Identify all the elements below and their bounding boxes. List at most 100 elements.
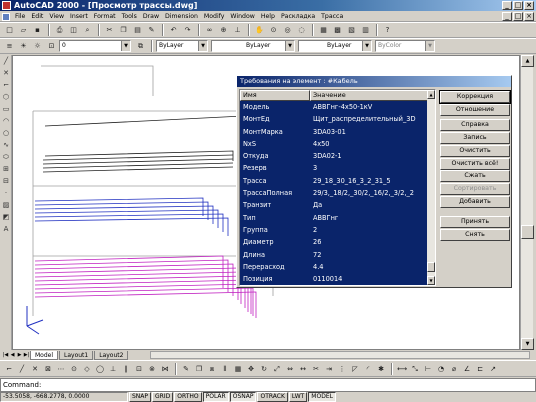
layers-icon[interactable]: ≡ (3, 40, 16, 52)
cut-icon[interactable]: ✂ (103, 24, 116, 36)
dim-diameter-icon[interactable]: ⌀ (448, 363, 460, 375)
sun-icon[interactable]: ☼ (31, 40, 44, 52)
break-icon[interactable]: ⋮ (336, 363, 348, 375)
app-icon[interactable] (2, 1, 11, 10)
rotate-icon[interactable]: ↻ (258, 363, 270, 375)
match-icon[interactable]: ✎ (145, 24, 158, 36)
snap-icon[interactable]: ⊕ (217, 24, 230, 36)
grid-toggle[interactable]: GRID (152, 392, 174, 402)
osnap-toggle[interactable]: OSNAP (229, 392, 257, 402)
save-icon[interactable]: ▪ (31, 24, 44, 36)
make-block-icon[interactable]: ⊟ (1, 176, 11, 187)
relation-button[interactable]: Отношение (440, 103, 510, 116)
table-row[interactable]: Трасса 29_18_30_16_3_2_31_5 (240, 175, 435, 187)
stretch-icon[interactable]: ⇔ (284, 363, 296, 375)
dbconnect-icon[interactable]: ▧ (345, 24, 358, 36)
fillet-icon[interactable]: ◜ (362, 363, 374, 375)
add-button[interactable]: Добавить (440, 196, 510, 209)
undo-icon[interactable]: ↶ (167, 24, 180, 36)
horizontal-scrollbar[interactable] (150, 351, 530, 359)
clear-button[interactable]: Очистить (440, 144, 510, 157)
open-icon[interactable]: ▱ (17, 24, 30, 36)
scroll-up-icon[interactable]: ▲ (521, 55, 534, 67)
table-row[interactable]: ПризВзРезA03 (240, 285, 435, 286)
menu-file[interactable]: File (12, 11, 28, 22)
array-icon[interactable]: ▦ (232, 363, 244, 375)
trim-icon[interactable]: ✂ (310, 363, 322, 375)
tab-last-icon[interactable]: ▶| (23, 351, 30, 359)
ucs-icon[interactable]: ⊥ (231, 24, 244, 36)
pan-icon[interactable]: ✋ (253, 24, 266, 36)
snap-parallel-icon[interactable]: ∥ (120, 363, 132, 375)
zoom-icon[interactable]: ⊙ (267, 24, 280, 36)
color-select[interactable]: ByLayer ▼ (156, 40, 208, 52)
vertical-scrollbar[interactable]: ▲ ▼ (520, 55, 534, 350)
hatch-icon[interactable]: ▨ (1, 200, 11, 211)
insert-block-icon[interactable]: ⊞ (1, 164, 11, 175)
dim-linear-icon[interactable]: ⟷ (396, 363, 408, 375)
design-center-icon[interactable]: ▩ (331, 24, 344, 36)
tab-first-icon[interactable]: |◀ (2, 351, 9, 359)
table-row[interactable]: Позиция 0110014 (240, 273, 435, 285)
dim-ordinate-icon[interactable]: ⊢ (422, 363, 434, 375)
menu-layout[interactable]: Раскладка (278, 11, 318, 22)
ortho-toggle[interactable]: ORTHO (174, 392, 202, 402)
table-row[interactable]: Группа 2 (240, 224, 435, 236)
lwt-toggle[interactable]: LWT (288, 392, 308, 402)
tab-model[interactable]: Model (30, 350, 59, 360)
table-row[interactable]: Длина 72 (240, 249, 435, 261)
lock-icon[interactable]: ⊡ (45, 40, 58, 52)
snap-apparent-icon[interactable]: ⊠ (42, 363, 54, 375)
snap-perpendicular-icon[interactable]: ⊥ (107, 363, 119, 375)
tab-layout2[interactable]: Layout2 (94, 350, 129, 360)
snap-intersection-icon[interactable]: ✕ (29, 363, 41, 375)
make-current-icon[interactable]: ⧉ (134, 40, 147, 52)
tab-prev-icon[interactable]: ◀ (9, 351, 16, 359)
maximize-button[interactable]: □ (513, 1, 523, 10)
plotstyle-select[interactable]: ByColor ▼ (375, 40, 435, 52)
polygon-icon[interactable]: ⬡ (1, 92, 11, 103)
scroll-thumb[interactable] (521, 225, 534, 239)
table-row[interactable]: Откуда 3DA02-1 (240, 150, 435, 162)
table-row[interactable]: NxS 4x50 (240, 138, 435, 150)
arc-icon[interactable]: ◠ (1, 116, 11, 127)
table-row[interactable]: Тип АВВГнг (240, 212, 435, 224)
document-icon[interactable] (2, 13, 10, 21)
clear-all-button[interactable]: Очистить всё! (440, 157, 510, 170)
zoom-prev-icon[interactable]: ◌ (295, 24, 308, 36)
menu-modify[interactable]: Modify (201, 11, 228, 22)
erase-icon[interactable]: ✎ (180, 363, 192, 375)
menu-insert[interactable]: Insert (67, 11, 91, 22)
grid-icon[interactable]: ▥ (359, 24, 372, 36)
find-icon[interactable]: ⌕ (81, 24, 94, 36)
quick-dim-icon[interactable]: ⊏ (474, 363, 486, 375)
snap-insert-icon[interactable]: ⊡ (133, 363, 145, 375)
menu-view[interactable]: View (46, 11, 67, 22)
paste-icon[interactable]: ▤ (131, 24, 144, 36)
menu-format[interactable]: Format (91, 11, 119, 22)
column-header-name[interactable]: Имя (240, 90, 310, 101)
table-row[interactable]: Транзит Да (240, 199, 435, 211)
table-row[interactable]: Модель АВВГнг-4х50-1кV (240, 101, 435, 113)
accept-button[interactable]: Принять (440, 216, 510, 229)
properties-icon[interactable]: ▦ (317, 24, 330, 36)
mtext-icon[interactable]: A (1, 224, 11, 235)
scale-icon[interactable]: ⤢ (271, 363, 283, 375)
table-row[interactable]: Диаметр 26 (240, 236, 435, 248)
mirror-icon[interactable]: ⧈ (206, 363, 218, 375)
menu-help[interactable]: Help (258, 11, 278, 22)
redo-icon[interactable]: ↷ (181, 24, 194, 36)
tab-next-icon[interactable]: ▶ (16, 351, 23, 359)
layer-select[interactable]: 0 ▼ (59, 40, 131, 52)
table-row[interactable]: Резерв 3 (240, 162, 435, 174)
correction-button[interactable]: Коррекция (439, 90, 511, 104)
sort-button[interactable]: Сортировать (440, 183, 510, 196)
table-row[interactable]: МонтЕд Щит_распределительный_3D (240, 113, 435, 125)
doc-minimize-button[interactable]: _ (502, 12, 512, 21)
point-icon[interactable]: · (1, 188, 11, 199)
zoom-window-icon[interactable]: ◎ (281, 24, 294, 36)
table-row[interactable]: МонтМарка 3DA03-01 (240, 126, 435, 138)
snap-quadrant-icon[interactable]: ◇ (81, 363, 93, 375)
dim-radius-icon[interactable]: ◔ (435, 363, 447, 375)
preview-icon[interactable]: ◫ (67, 24, 80, 36)
